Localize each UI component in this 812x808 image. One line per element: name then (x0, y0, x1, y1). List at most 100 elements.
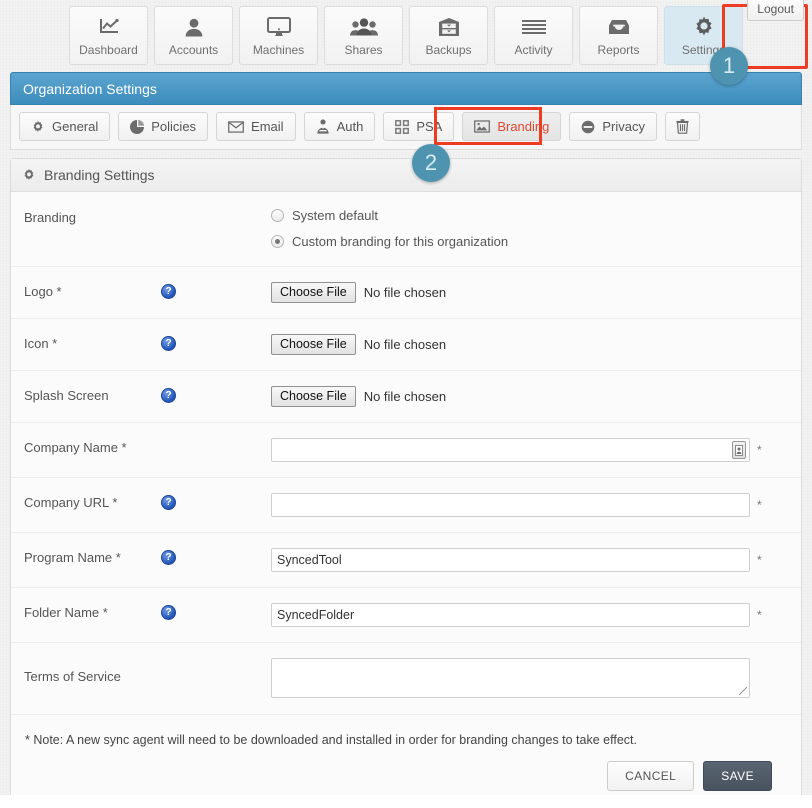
pie-chart-icon (130, 119, 145, 134)
subtab-branding[interactable]: Branding (462, 112, 562, 141)
subtab-label: PSA (416, 119, 443, 134)
row-folder-name: Folder Name * ? SyncedFolder * (11, 588, 801, 643)
subtab-label: Email (251, 119, 284, 134)
row-label: Program Name * (24, 550, 121, 565)
archive-box-icon (438, 14, 460, 40)
grid-squares-icon (395, 119, 410, 134)
primary-navigation: Dashboard Accounts Machines Shares Backu (0, 0, 812, 72)
save-button[interactable]: SAVE (703, 761, 772, 791)
subtab-label: Policies (151, 119, 197, 134)
help-col (161, 658, 271, 660)
row-logo: Logo * ? Choose File No file chosen (11, 267, 801, 319)
panel-header: Branding Settings (11, 159, 801, 192)
nav-label: Machines (252, 43, 305, 57)
row-company-url: Company URL * ? * (11, 478, 801, 533)
company-name-input[interactable] (271, 438, 750, 462)
choose-file-button[interactable]: Choose File (271, 386, 356, 407)
help-col (161, 208, 271, 210)
subtab-delete-organization[interactable] (665, 112, 700, 141)
panel-title: Branding Settings (44, 167, 155, 183)
page-title: Organization Settings (23, 80, 157, 97)
row-label: Terms of Service (24, 669, 121, 684)
radio-label: System default (292, 208, 378, 223)
row-label: Company URL * (24, 495, 118, 510)
nav-item-shares[interactable]: Shares (324, 6, 403, 65)
help-col: ? (161, 603, 271, 620)
subtab-label: Auth (336, 119, 364, 134)
contact-card-icon[interactable] (732, 441, 746, 459)
company-url-input[interactable] (271, 493, 750, 517)
bottom-strip (0, 795, 812, 808)
nav-item-reports[interactable]: Reports (579, 6, 658, 65)
footer-buttons: CANCEL SAVE (25, 761, 787, 791)
image-picture-icon (474, 120, 491, 133)
nav-label: Accounts (168, 43, 219, 57)
nav-item-backups[interactable]: Backups (409, 6, 488, 65)
row-label: Icon * (24, 336, 58, 351)
subtab-label: Privacy (602, 119, 645, 134)
company-url-field: * (271, 493, 801, 517)
company-name-field: * (271, 438, 801, 462)
help-icon[interactable]: ? (161, 495, 176, 510)
row-splash-screen: Splash Screen ? Choose File No file chos… (11, 371, 801, 423)
subtab-psa[interactable]: PSA (383, 112, 455, 141)
help-icon[interactable]: ? (161, 550, 176, 565)
subtab-auth[interactable]: Auth (303, 112, 376, 141)
row-terms-of-service: Terms of Service (11, 643, 801, 715)
radio-option-system-default[interactable]: System default (271, 208, 789, 223)
logout-button[interactable]: Logout (747, 0, 804, 21)
required-mark: * (757, 608, 762, 622)
nav-item-dashboard[interactable]: Dashboard (69, 6, 148, 65)
nav-label: Shares (344, 43, 383, 57)
choose-file-button[interactable]: Choose File (271, 282, 356, 303)
subtab-email[interactable]: Email (216, 112, 296, 141)
help-icon[interactable]: ? (161, 605, 176, 620)
help-col (161, 438, 271, 440)
program-name-input[interactable]: SyncedTool (271, 548, 750, 572)
program-name-field: SyncedTool * (271, 548, 801, 572)
subtab-label: General (52, 119, 99, 134)
row-label: Branding (24, 210, 77, 225)
step-badge-2: 2 (412, 144, 450, 182)
help-icon[interactable]: ? (161, 336, 176, 351)
nav-label: Dashboard (79, 43, 138, 57)
gear-icon (22, 168, 36, 182)
subtab-general[interactable]: General (19, 112, 111, 141)
help-col: ? (161, 386, 271, 403)
subtab-policies[interactable]: Policies (118, 112, 209, 141)
radio-icon[interactable] (271, 209, 284, 222)
radio-icon[interactable] (271, 235, 284, 248)
nav-label: Activity (514, 43, 553, 57)
help-col: ? (161, 282, 271, 299)
users-group-icon (349, 14, 378, 40)
subtab-privacy[interactable]: Privacy (569, 112, 657, 141)
org-settings-header: Organization Settings (10, 72, 802, 105)
folder-name-input[interactable]: SyncedFolder (271, 603, 750, 627)
step-badge-1: 1 (710, 47, 748, 85)
row-branding: Branding System default Custom branding … (11, 192, 801, 267)
nav-item-accounts[interactable]: Accounts (154, 6, 233, 65)
file-status: No file chosen (363, 285, 447, 300)
row-program-name: Program Name * ? SyncedTool * (11, 533, 801, 588)
envelope-icon (228, 120, 244, 133)
lines-list-icon (521, 14, 546, 40)
logo-file-field: Choose File No file chosen (271, 282, 801, 303)
nav-item-activity[interactable]: Activity (494, 6, 573, 65)
radio-option-custom-branding[interactable]: Custom branding for this organization (271, 234, 789, 249)
user-icon (184, 14, 204, 40)
settings-subtabs: General Policies Email Auth PSA Branding… (10, 105, 802, 150)
help-col: ? (161, 548, 271, 565)
choose-file-button[interactable]: Choose File (271, 334, 356, 355)
nav-item-machines[interactable]: Machines (239, 6, 318, 65)
help-col: ? (161, 493, 271, 510)
cancel-button[interactable]: CANCEL (607, 761, 695, 791)
help-icon[interactable]: ? (161, 388, 176, 403)
help-icon[interactable]: ? (161, 284, 176, 299)
subtab-label: Branding (497, 119, 550, 134)
monitor-icon (266, 14, 291, 40)
terms-of-service-textarea[interactable] (271, 658, 750, 698)
file-status: No file chosen (363, 337, 447, 352)
row-label: Folder Name * (24, 605, 108, 620)
inbox-tray-icon (607, 14, 631, 40)
footer-note: * Note: A new sync agent will need to be… (25, 733, 637, 747)
